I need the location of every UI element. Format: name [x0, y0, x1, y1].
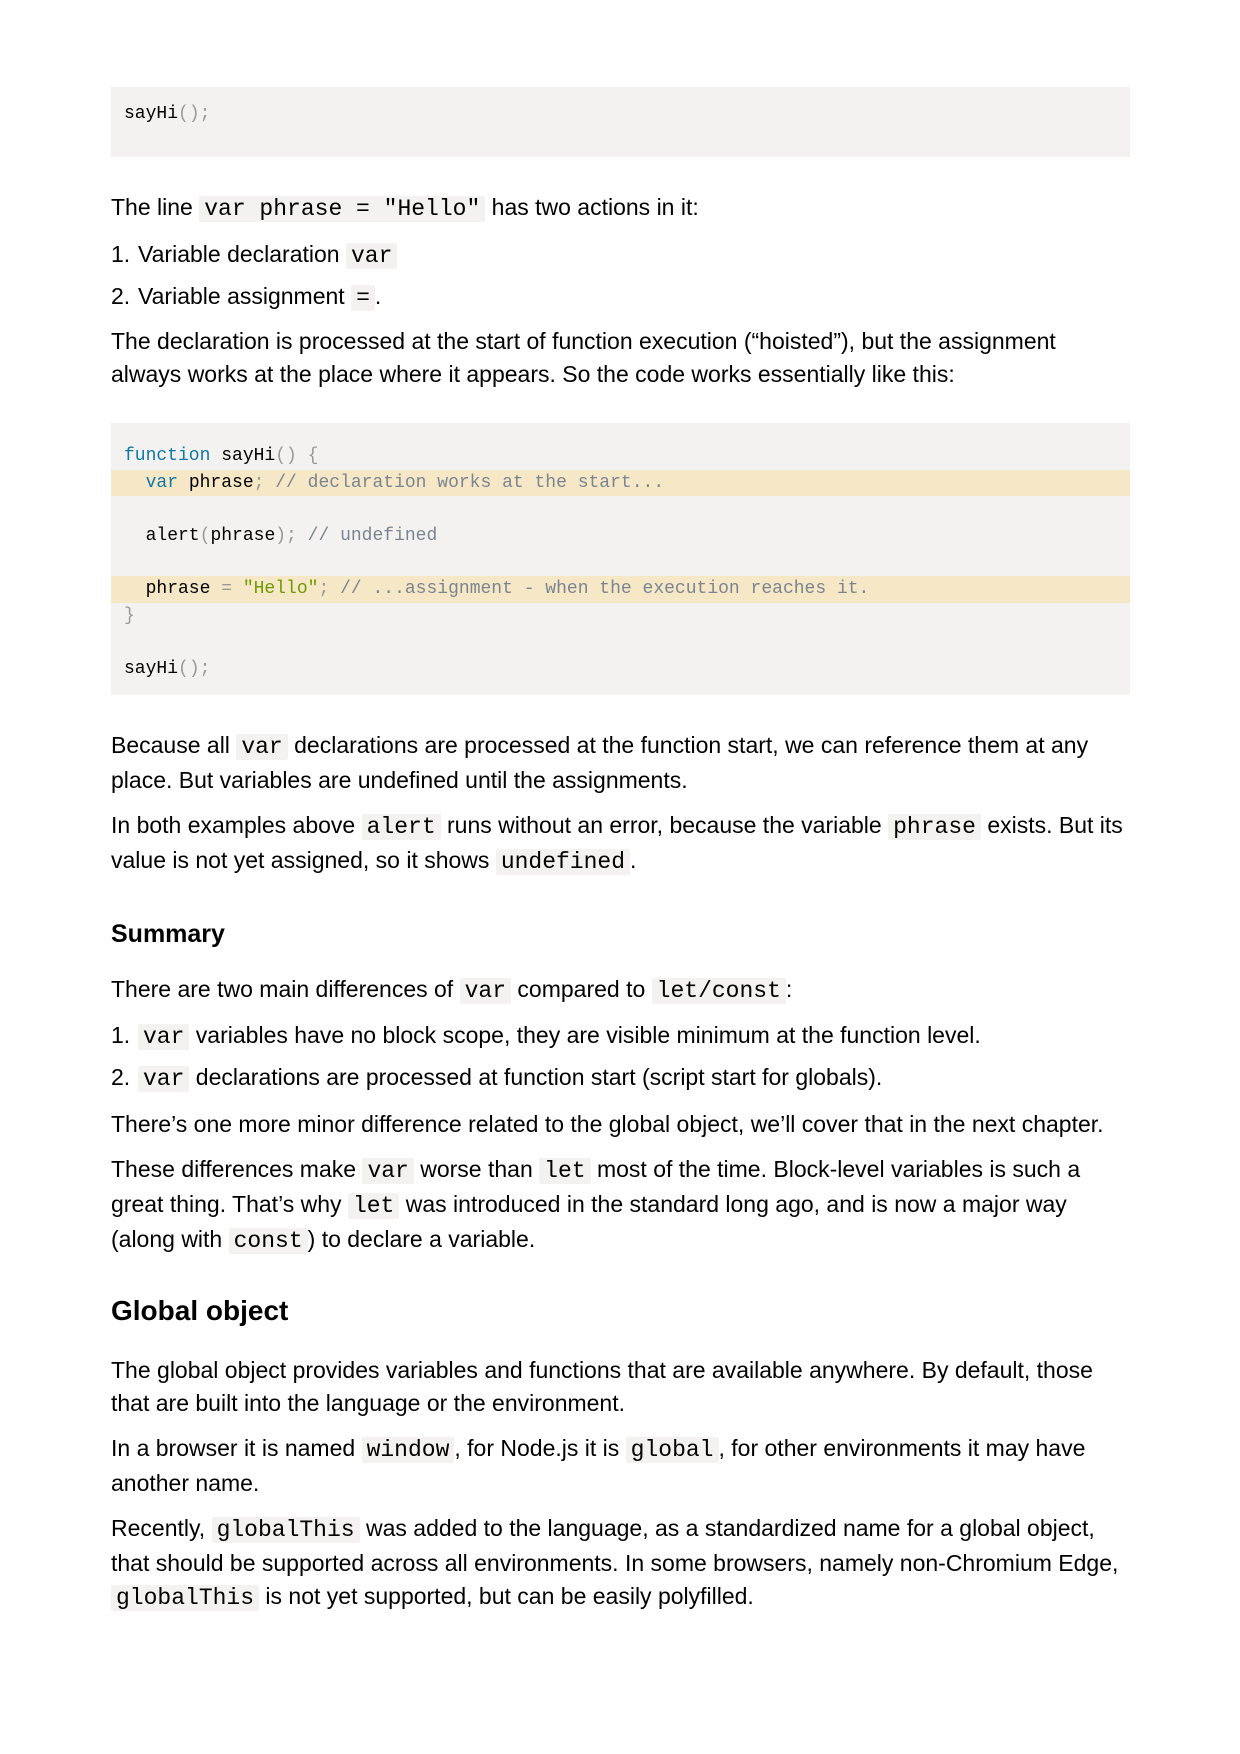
code-token: phrase	[210, 525, 276, 546]
text: ) to declare a variable.	[307, 1226, 536, 1252]
code-block-hoisting: function sayHi() { var phrase; // declar…	[111, 423, 1130, 695]
heading-global-object: Global object	[111, 1295, 289, 1326]
inline-code: const	[228, 1228, 308, 1254]
inline-code: var	[236, 734, 288, 760]
list-number: 2.	[111, 1064, 131, 1090]
inline-code: =	[351, 285, 375, 311]
list-number: 1.	[111, 241, 131, 267]
inline-code: var	[459, 978, 512, 1004]
code-token: }	[124, 605, 135, 626]
list-number: 1.	[111, 1022, 131, 1048]
document-page: sayHi(); The line var phrase = "Hello" h…	[0, 0, 1240, 1754]
text: Variable assignment	[138, 283, 352, 309]
text: .	[374, 283, 382, 309]
actions-list: 1. Variable declaration var 2. Variable as…	[111, 238, 1130, 315]
inline-code: var phrase = "Hello"	[199, 196, 486, 222]
code-token: sayHi	[124, 658, 179, 679]
text: runs without an error, because the varia…	[440, 812, 889, 838]
list-item: 2. Variable assignment =.	[111, 280, 1130, 315]
text: worse than	[413, 1156, 540, 1182]
inline-code: alert	[361, 814, 441, 840]
code-token: sayHi	[124, 104, 179, 124]
code-token: (	[199, 525, 211, 546]
inline-code: let/const	[651, 978, 786, 1004]
list-item: 1. Variable declaration var	[111, 238, 1130, 273]
code-token: var	[124, 472, 179, 493]
code-line-highlighted: phrase = "Hello"; // ...assignment - whe…	[111, 575, 1130, 603]
code-line: }	[111, 603, 1130, 630]
text: In both examples above	[111, 812, 362, 838]
code-block-sayhi-call: sayHi();	[111, 87, 1130, 157]
code-token: sayHi	[210, 446, 276, 466]
text: Recently,	[111, 1515, 212, 1541]
paragraph-examples: In both examples above alert runs withou…	[111, 809, 1130, 879]
code-comment: // ...assignment - when the execution re…	[329, 578, 870, 599]
text: variables have no block scope, they are …	[189, 1022, 981, 1048]
document-content: sayHi(); The line var phrase = "Hello" h…	[111, 87, 1130, 1615]
inline-code: globalThis	[211, 1517, 360, 1543]
inline-code: globalThis	[111, 1585, 260, 1611]
code-token: ;	[253, 472, 265, 493]
inline-code: let	[539, 1158, 591, 1184]
code-token: ;	[318, 578, 330, 599]
code-comment: // undefined	[296, 525, 438, 546]
code-token: () {	[275, 446, 319, 466]
code-comment: // declaration works at the start...	[264, 472, 665, 493]
inline-code: undefined	[495, 849, 631, 875]
paragraph-var-declarations: Because all var declarations are process…	[111, 729, 1130, 797]
paragraph-minor-difference: There’s one more minor difference relate…	[111, 1111, 1104, 1137]
list-item: 1. var variables have no block scope, the…	[111, 1019, 1130, 1054]
code-token: );	[275, 525, 297, 546]
paragraph-global-intro: The global object provides variables and…	[111, 1357, 1093, 1416]
code-token: alert	[124, 525, 200, 546]
code-token: phrase	[178, 472, 254, 493]
list-number: 2.	[111, 283, 131, 309]
code-token: ();	[178, 104, 211, 124]
text: The line	[111, 194, 200, 220]
inline-code: var	[362, 1158, 414, 1184]
inline-code: var	[345, 243, 398, 269]
text: declarations are processed at function s…	[189, 1064, 883, 1090]
code-token: phrase	[124, 578, 211, 599]
paragraph-differences: These differences make var worse than le…	[111, 1153, 1130, 1258]
text: .	[630, 847, 637, 873]
inline-code: window	[361, 1437, 455, 1463]
paragraph-globalthis: Recently, globalThis was added to the la…	[111, 1512, 1130, 1615]
heading-summary: Summary	[111, 920, 225, 948]
inline-code: var	[138, 1066, 190, 1092]
code-line: alert(phrase); // undefined	[111, 523, 1130, 550]
paragraph-summary-intro: There are two main differences of var co…	[111, 973, 1130, 1008]
text: These differences make	[111, 1156, 363, 1182]
paragraph-hoisted: The declaration is processed at the star…	[111, 328, 1056, 387]
inline-code: var	[138, 1024, 190, 1050]
differences-list: 1. var variables have no block scope, the…	[111, 1019, 1130, 1096]
text: In a browser it is named	[111, 1435, 362, 1461]
text: , for Node.js it is	[454, 1435, 626, 1461]
code-line: function sayHi() {	[111, 443, 1130, 470]
inline-code: global	[625, 1437, 719, 1463]
code-line: sayHi();	[111, 101, 1130, 128]
code-token: ();	[178, 658, 211, 679]
text: :	[785, 976, 793, 1002]
text: Variable declaration	[138, 241, 346, 267]
inline-code: phrase	[888, 814, 981, 840]
text: compared to	[511, 976, 652, 1002]
text: Because all	[111, 732, 237, 758]
paragraph-global-names: In a browser it is named window, for Nod…	[111, 1432, 1130, 1500]
code-line-highlighted: var phrase; // declaration works at the …	[111, 469, 1130, 497]
text: has two actions in it:	[485, 194, 699, 220]
paragraph-line-actions: The line var phrase = "Hello" has two ac…	[111, 191, 1130, 226]
code-token: =	[210, 578, 233, 599]
list-item: 2. var declarations are processed at func…	[111, 1061, 1130, 1096]
text: There are two main differences of	[111, 976, 460, 1002]
text: is not yet supported, but can be easily …	[259, 1583, 754, 1609]
code-token: function	[124, 446, 211, 466]
code-string: "Hello"	[232, 578, 319, 599]
code-line: sayHi();	[111, 656, 1130, 683]
inline-code: let	[347, 1193, 400, 1219]
